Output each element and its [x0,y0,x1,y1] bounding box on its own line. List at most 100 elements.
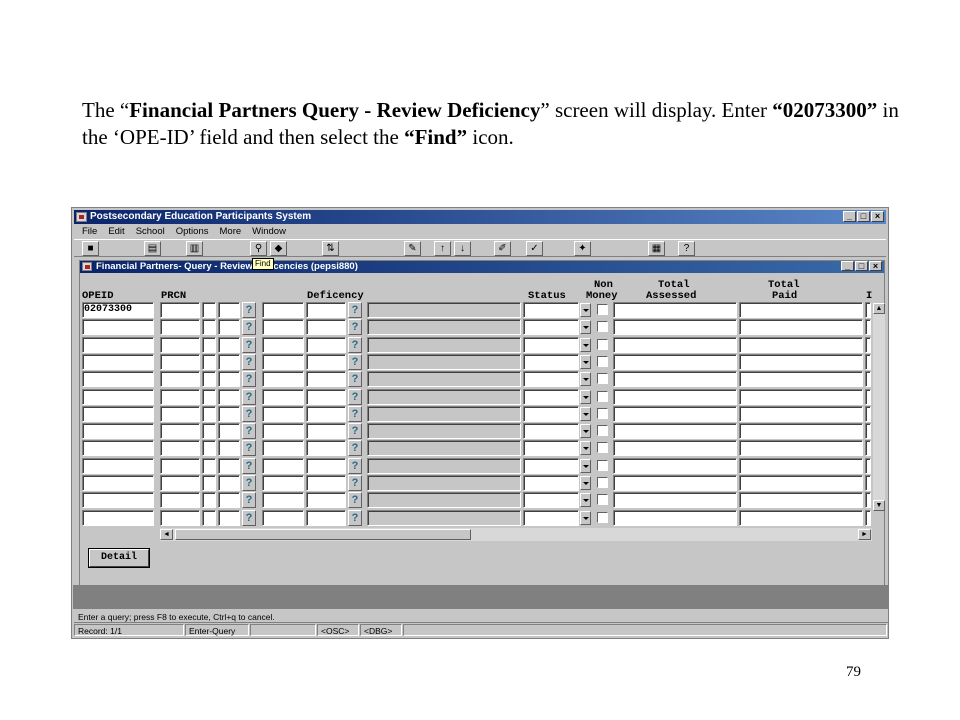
opeid-field[interactable] [82,475,154,491]
prcn-code-field[interactable] [262,458,304,474]
prcn-code-field[interactable] [262,371,304,387]
list-of-values-icon[interactable]: ? [348,406,362,422]
list-of-values-icon[interactable]: ? [348,354,362,370]
status-dropdown-button[interactable] [580,355,591,369]
list-of-values-icon[interactable]: ? [242,423,256,439]
total-assessed-field[interactable] [613,389,737,405]
menu-item-edit[interactable]: Edit [108,225,124,239]
prcn-code-field[interactable] [262,475,304,491]
prcn-suffix-field[interactable] [202,371,216,387]
total-paid-field[interactable] [739,371,863,387]
prcn-suffix-field[interactable] [202,423,216,439]
prcn-extra-field[interactable] [218,319,240,335]
opeid-field[interactable] [82,354,154,370]
opeid-field[interactable] [82,319,154,335]
deficency-code-field[interactable] [306,406,346,422]
status-dropdown-button[interactable] [580,459,591,473]
list-of-values-icon[interactable]: ? [242,510,256,526]
prcn-extra-field[interactable] [218,406,240,422]
status-field[interactable] [523,354,579,370]
form-maximize-button[interactable]: □ [855,261,868,271]
deficency-code-field[interactable] [306,423,346,439]
list-of-values-icon[interactable]: ? [242,354,256,370]
total-paid-field[interactable] [739,406,863,422]
list-button[interactable]: ✓ [526,241,543,256]
opeid-field[interactable] [82,510,154,526]
truncated-field[interactable] [865,337,871,353]
total-paid-field[interactable] [739,475,863,491]
total-assessed-field[interactable] [613,423,737,439]
non-money-checkbox[interactable] [597,494,608,505]
prcn-code-field[interactable] [262,492,304,508]
total-paid-field[interactable] [739,302,863,318]
opeid-field[interactable] [82,458,154,474]
help-button[interactable]: ? [678,241,695,256]
list-of-values-icon[interactable]: ? [242,319,256,335]
deficency-code-field[interactable] [306,510,346,526]
status-field[interactable] [523,389,579,405]
total-paid-field[interactable] [739,458,863,474]
prcn-code-field[interactable] [262,389,304,405]
prcn-suffix-field[interactable] [202,510,216,526]
status-field[interactable] [523,371,579,387]
truncated-field[interactable] [865,354,871,370]
status-dropdown-button[interactable] [580,320,591,334]
non-money-checkbox[interactable] [597,391,608,402]
opeid-field[interactable] [82,440,154,456]
status-dropdown-button[interactable] [580,407,591,421]
list-of-values-icon[interactable]: ? [242,389,256,405]
total-paid-field[interactable] [739,337,863,353]
list-of-values-icon[interactable]: ? [242,475,256,491]
status-field[interactable] [523,510,579,526]
previous-record-button[interactable]: ↑ [434,241,451,256]
truncated-field[interactable] [865,423,871,439]
prcn-extra-field[interactable] [218,475,240,491]
prcn-field[interactable] [160,389,200,405]
status-field[interactable] [523,475,579,491]
list-of-values-icon[interactable]: ? [348,319,362,335]
total-assessed-field[interactable] [613,458,737,474]
truncated-field[interactable] [865,475,871,491]
prcn-field[interactable] [160,475,200,491]
prcn-extra-field[interactable] [218,458,240,474]
deficency-code-field[interactable] [306,440,346,456]
non-money-checkbox[interactable] [597,339,608,350]
prcn-code-field[interactable] [262,423,304,439]
scroll-right-button[interactable]: ► [858,529,871,540]
form-close-button[interactable]: × [869,261,882,271]
list-of-values-icon[interactable]: ? [348,492,362,508]
prcn-field[interactable] [160,492,200,508]
non-money-checkbox[interactable] [597,442,608,453]
prcn-code-field[interactable] [262,319,304,335]
list-of-values-icon[interactable]: ? [242,337,256,353]
save-button[interactable]: ▥ [186,241,203,256]
list-of-values-icon[interactable]: ? [242,492,256,508]
status-dropdown-button[interactable] [580,511,591,525]
prcn-code-field[interactable] [262,510,304,526]
minimize-button[interactable]: _ [843,211,856,222]
non-money-checkbox[interactable] [597,321,608,332]
non-money-checkbox[interactable] [597,408,608,419]
prcn-code-field[interactable] [262,302,304,318]
menu-item-options[interactable]: Options [176,225,209,239]
non-money-checkbox[interactable] [597,477,608,488]
exit-button[interactable]: ■ [82,241,99,256]
prcn-field[interactable] [160,423,200,439]
total-assessed-field[interactable] [613,371,737,387]
status-dropdown-button[interactable] [580,372,591,386]
truncated-field[interactable] [865,406,871,422]
prcn-field[interactable] [160,406,200,422]
list-of-values-icon[interactable]: ? [348,423,362,439]
prcn-code-field[interactable] [262,354,304,370]
prcn-suffix-field[interactable] [202,440,216,456]
total-paid-field[interactable] [739,354,863,370]
status-field[interactable] [523,458,579,474]
total-paid-field[interactable] [739,492,863,508]
deficency-code-field[interactable] [306,492,346,508]
prcn-suffix-field[interactable] [202,389,216,405]
list-of-values-icon[interactable]: ? [348,475,362,491]
prcn-code-field[interactable] [262,406,304,422]
total-paid-field[interactable] [739,389,863,405]
deficency-code-field[interactable] [306,302,346,318]
opeid-field[interactable] [82,389,154,405]
